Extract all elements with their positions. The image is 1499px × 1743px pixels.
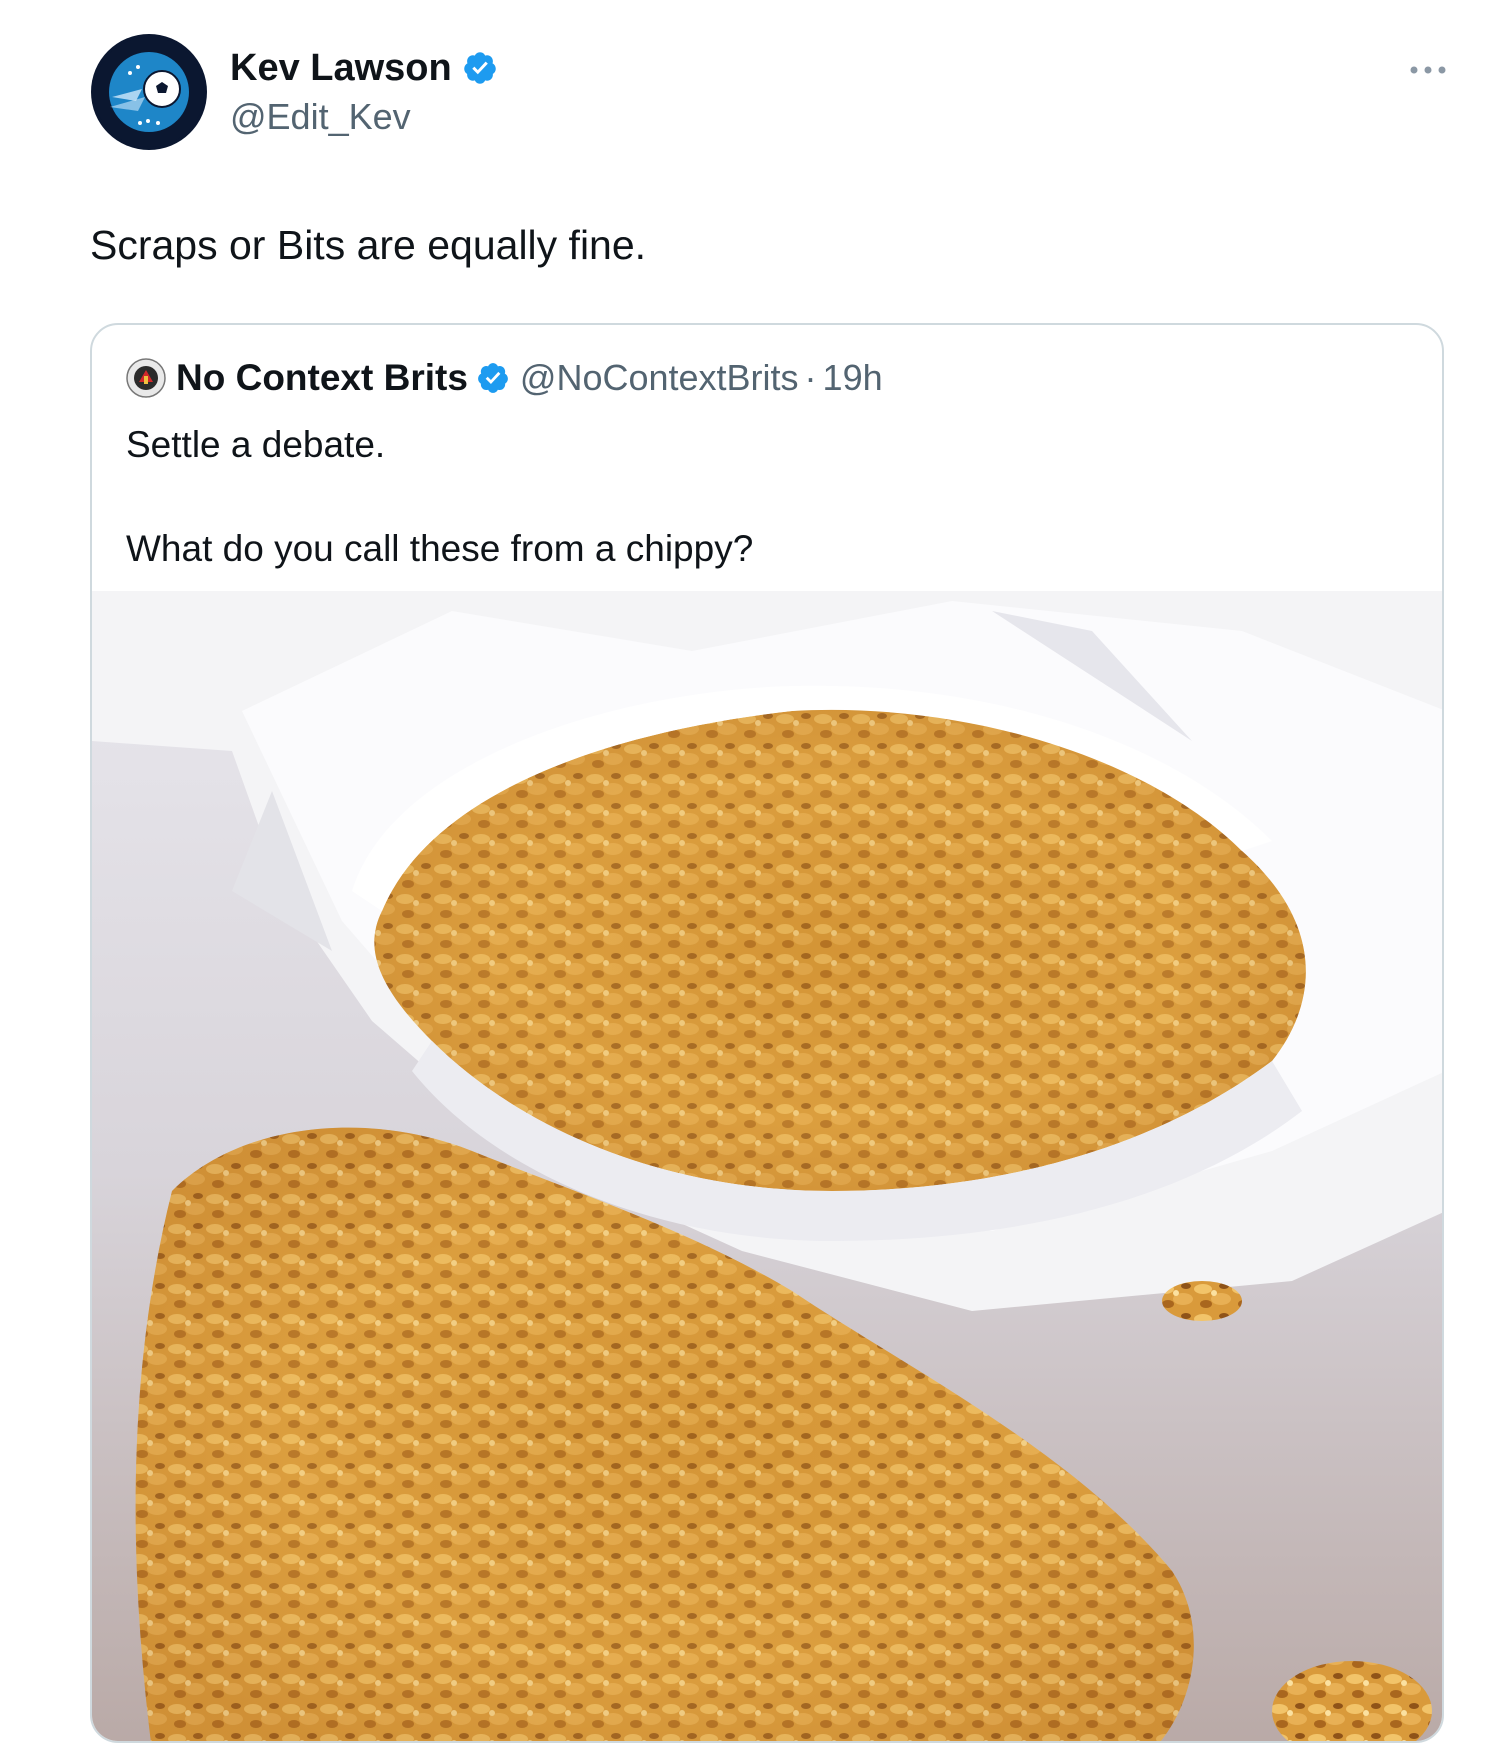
tweet-card[interactable]: Kev Lawson @Edit_Kev Scraps or Bits are … [0, 0, 1499, 1743]
quoted-text-line-1: Settle a debate. [126, 424, 386, 465]
football-badge-icon [91, 34, 207, 150]
author-block: Kev Lawson @Edit_Kev [230, 44, 498, 140]
quoted-media-image[interactable] [92, 591, 1442, 1741]
author-avatar[interactable] [90, 33, 208, 151]
quoted-author-handle[interactable]: @NoContextBrits [520, 355, 799, 401]
author-name[interactable]: Kev Lawson [230, 44, 452, 92]
chip-paper-scraps-image [92, 591, 1442, 1741]
more-options-button[interactable] [1398, 50, 1458, 90]
verified-badge-icon [478, 363, 508, 393]
quoted-text-line-2: What do you call these from a chippy? [126, 528, 754, 569]
tweet-text: Scraps or Bits are equally fine. [90, 222, 647, 268]
separator-dot: · [804, 357, 817, 398]
author-handle[interactable]: @Edit_Kev [230, 94, 498, 140]
ellipsis-icon [1410, 66, 1446, 74]
quoted-timestamp[interactable]: 19h [823, 355, 883, 401]
verified-badge-icon [463, 52, 496, 84]
quoted-tweet-header: No Context Brits @NoContextBrits · 19h [126, 355, 883, 401]
quoted-author-avatar[interactable] [126, 358, 166, 398]
quoted-tweet[interactable]: No Context Brits @NoContextBrits · 19h S… [90, 323, 1444, 1743]
no-context-brits-avatar-icon [126, 358, 166, 398]
quoted-author-name[interactable]: No Context Brits [176, 355, 468, 401]
